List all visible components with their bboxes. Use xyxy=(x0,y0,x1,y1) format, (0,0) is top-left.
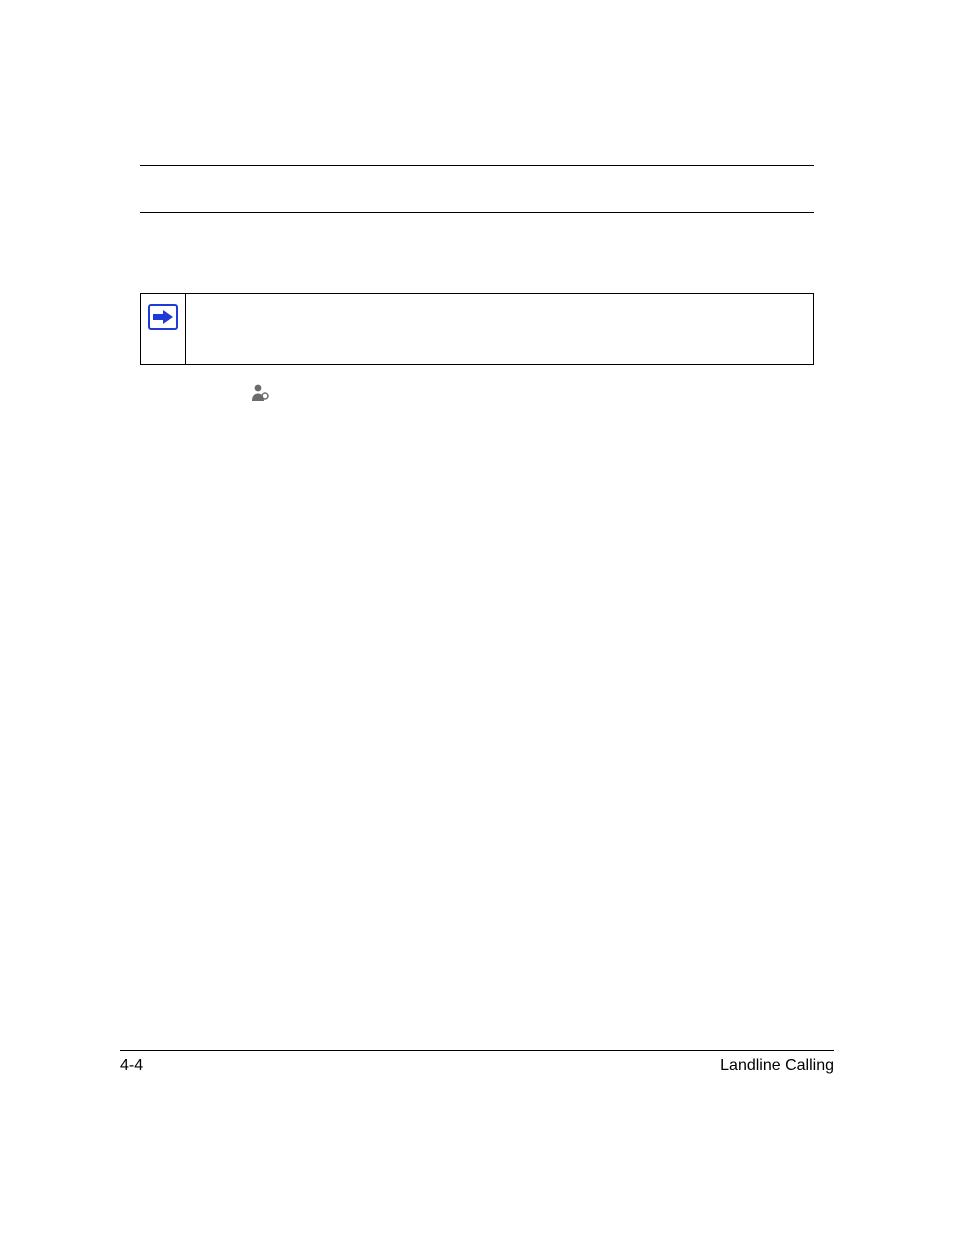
horizontal-rule-second xyxy=(140,212,814,213)
section-title: Landline Calling xyxy=(720,1057,834,1075)
horizontal-rule-top xyxy=(140,165,814,166)
page: 4-4 Landline Calling xyxy=(0,0,954,1235)
arrow-right-icon xyxy=(148,304,178,330)
note-text xyxy=(186,294,813,364)
page-number: 4-4 xyxy=(120,1057,143,1075)
person-setting-icon xyxy=(250,383,270,403)
page-footer: 4-4 Landline Calling xyxy=(120,1050,834,1075)
footer-row: 4-4 Landline Calling xyxy=(120,1057,834,1075)
inline-icon-row xyxy=(140,383,814,403)
note-icon-cell xyxy=(141,294,186,364)
content-area xyxy=(140,165,814,403)
note-box xyxy=(140,293,814,365)
footer-rule xyxy=(120,1050,834,1051)
